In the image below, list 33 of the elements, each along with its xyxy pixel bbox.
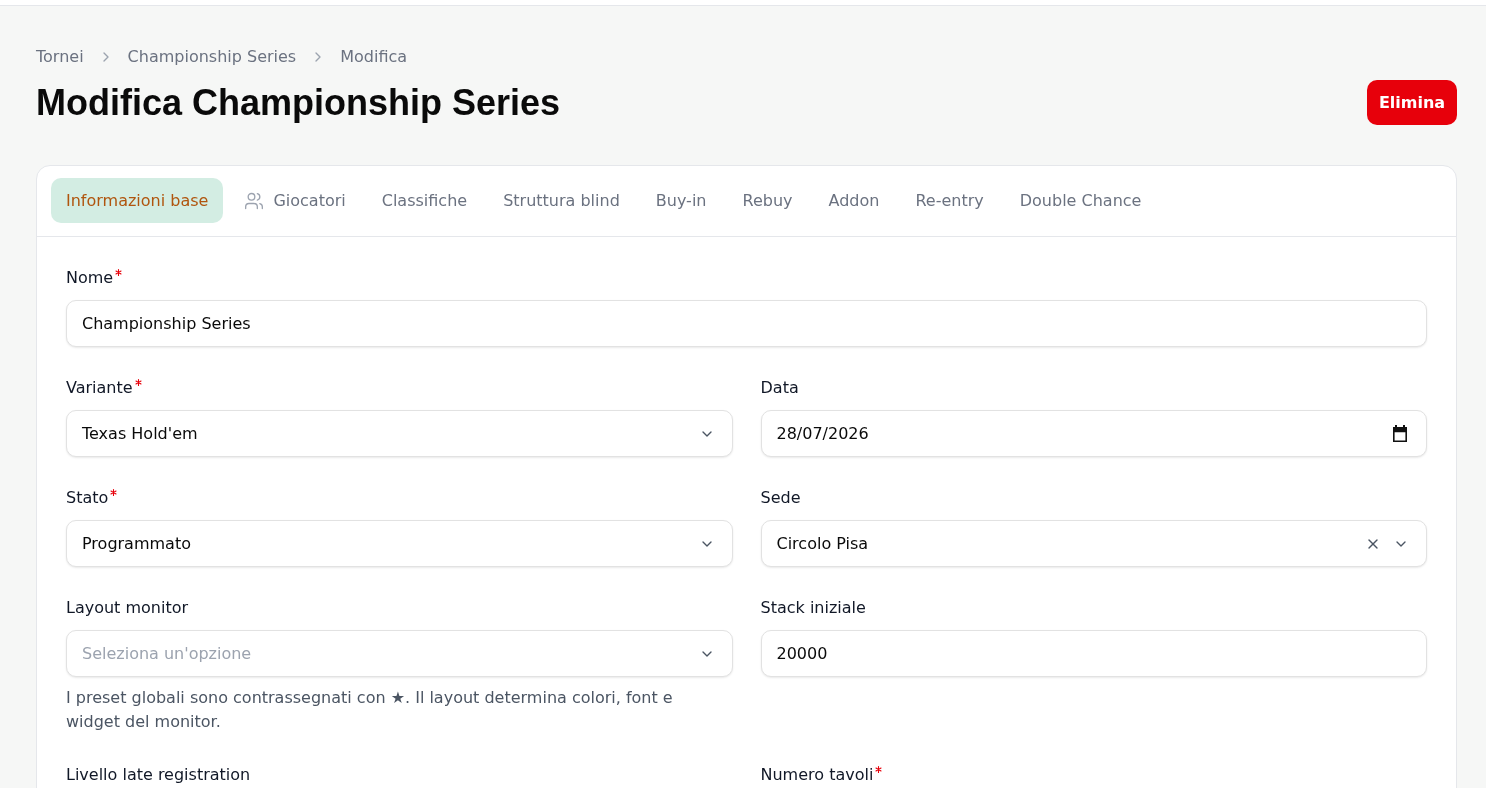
field-label: Nome: [66, 267, 114, 289]
field-label: Livello late registration: [66, 764, 251, 786]
text-field[interactable]: Championship Series: [66, 300, 1427, 347]
breadcrumb-link[interactable]: Championship Series: [127, 45, 297, 69]
tab[interactable]: Addon: [813, 178, 895, 223]
breadcrumb-link[interactable]: Tornei: [36, 45, 84, 69]
field-label: Variante: [66, 377, 133, 399]
field-label: Sede: [760, 487, 801, 509]
field-label: Layout monitor: [66, 597, 189, 619]
date-field[interactable]: 28/07/2026: [760, 410, 1427, 457]
field-label: Data: [760, 377, 799, 399]
select-field[interactable]: Texas Hold'em: [66, 410, 733, 457]
tab[interactable]: Re-entry: [900, 178, 999, 223]
field-label: Stato: [66, 487, 109, 509]
tab[interactable]: Rebuy: [727, 178, 808, 223]
tab[interactable]: Struttura blind: [488, 178, 635, 223]
select-field[interactable]: Circolo Pisa: [760, 520, 1427, 567]
breadcrumb-current: Modifica: [340, 46, 408, 68]
text-field[interactable]: 20000: [760, 630, 1427, 677]
users-icon: [244, 190, 265, 211]
select-field[interactable]: Seleziona un'opzione: [66, 630, 733, 677]
tab[interactable]: Giocatori: [229, 178, 361, 223]
tab[interactable]: Classifiche: [366, 178, 483, 223]
field-label: Numero tavoli: [760, 764, 874, 786]
page-title: Modifica Championship Series: [36, 82, 561, 123]
select-field[interactable]: Programmato: [66, 520, 733, 567]
delete-button[interactable]: Elimina: [1367, 80, 1457, 125]
calendar-icon[interactable]: [1392, 425, 1408, 442]
field-label: Stack iniziale: [760, 597, 866, 619]
tab[interactable]: Informazioni base: [51, 178, 224, 223]
tab[interactable]: Double Chance: [1004, 178, 1157, 223]
tab[interactable]: Buy-in: [640, 178, 722, 223]
field-hint: I preset globali sono contrassegnati con ★. Il layout determina colori, font e widget del monitor.: [66, 687, 674, 733]
